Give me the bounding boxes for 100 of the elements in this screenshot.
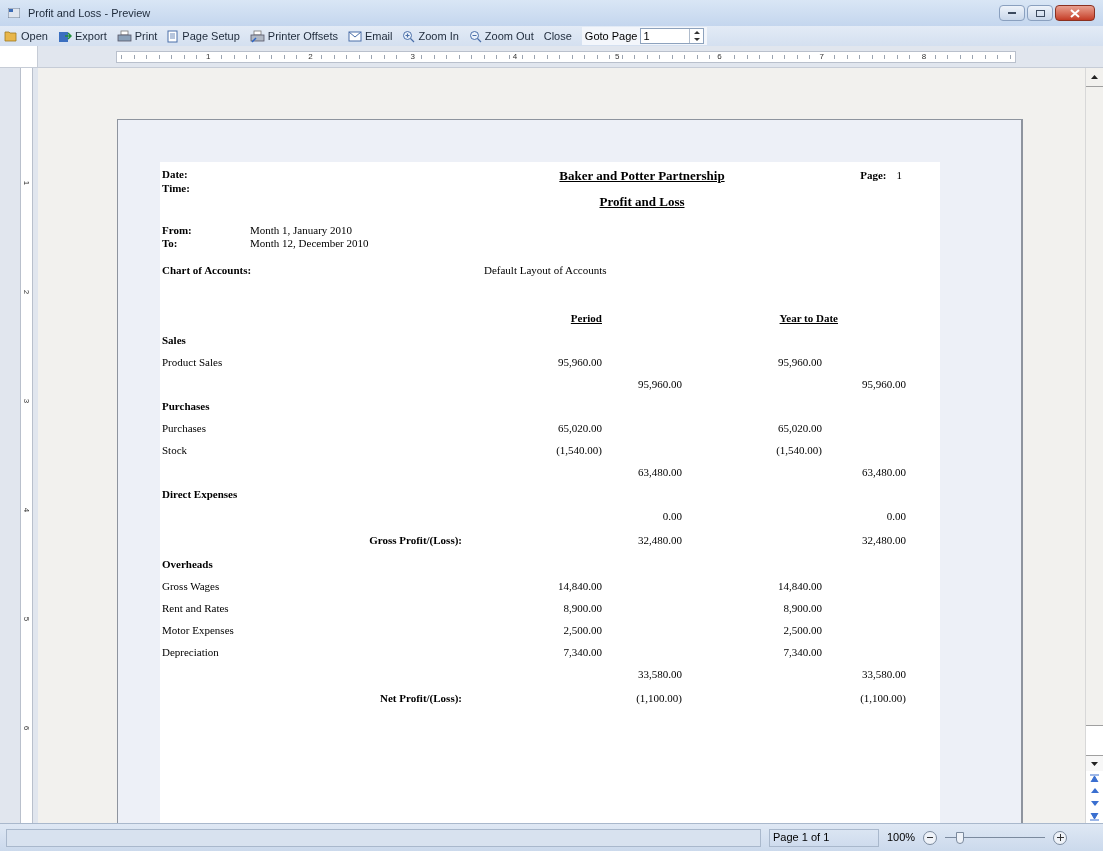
section-heading: Overheads (162, 557, 213, 573)
time-label: Time: (162, 181, 191, 195)
report-title: Profit and Loss (599, 192, 685, 211)
ytd-amount: (1,540.00) (775, 443, 822, 459)
ruler-number: 5 (22, 617, 31, 622)
ruler-number: 4 (511, 52, 519, 61)
down-arrow-icon (1091, 761, 1098, 766)
account-name: Depreciation (162, 645, 220, 661)
zoom-in-button[interactable] (1053, 830, 1068, 845)
ruler-number: 3 (409, 52, 416, 61)
printer-offsets-icon (249, 29, 265, 43)
from-value: Month 1, January 2010 (250, 224, 354, 237)
ytd-amount: 8,900.00 (782, 601, 822, 617)
ytd-subtotal: 63,480.00 (861, 465, 906, 481)
first-page-button[interactable] (1086, 771, 1103, 784)
period-total: 32,480.00 (637, 533, 682, 549)
page-spinner[interactable]: 1 (640, 28, 705, 44)
company-name: Baker and Potter Partnership (559, 167, 725, 185)
toolbar-button[interactable]: Zoom In (402, 27, 459, 45)
year-to-date-heading: Year to Date (779, 311, 838, 324)
page-input[interactable]: 1 (641, 27, 690, 45)
toolbar-button[interactable]: Zoom Out (468, 27, 534, 45)
account-name: Stock (162, 443, 189, 459)
ruler-number: 5 (613, 52, 621, 61)
ruler-number: 4 (22, 507, 31, 513)
last-page-icon (1090, 812, 1099, 821)
ytd-total: (1,100.00) (859, 691, 906, 707)
zoom-out-icon (468, 29, 482, 43)
period-subtotal: 63,480.00 (637, 465, 682, 481)
goto-page-label: Goto Page (584, 28, 638, 44)
account-name: Rent and Rates (162, 601, 230, 617)
app-icon (8, 8, 20, 18)
ytd-amount: 65,020.00 (777, 421, 822, 437)
ytd-subtotal: 33,580.00 (861, 667, 906, 683)
next-page-button[interactable] (1086, 797, 1103, 810)
account-name: Motor Expenses (162, 623, 235, 639)
close-icon (1070, 8, 1080, 18)
export-icon (57, 29, 72, 43)
period-amount: (1,540.00) (555, 443, 602, 459)
ytd-amount: 14,840.00 (777, 579, 822, 595)
toolbar-button[interactable]: Export (57, 27, 107, 45)
ruler-number: 2 (22, 289, 31, 294)
section-heading: Direct Expenses (162, 487, 238, 503)
ytd-amount: 95,960.00 (777, 355, 822, 371)
ruler-number: 1 (22, 180, 31, 185)
down-arrow-icon (693, 38, 700, 41)
down-triangle-icon (1090, 801, 1099, 806)
zoom-slider-thumb[interactable] (956, 831, 965, 844)
page-number: 1 (896, 168, 902, 183)
section-heading: Purchases (162, 399, 210, 415)
ruler-number: 2 (307, 52, 314, 61)
scroll-down-button[interactable] (1086, 755, 1103, 771)
toolbar-button[interactable]: Print (116, 27, 158, 45)
plus-icon (1056, 834, 1064, 841)
up-arrow-icon (693, 31, 700, 34)
close-button[interactable] (1055, 5, 1095, 21)
maximize-button[interactable] (1027, 5, 1053, 21)
period-heading: Period (570, 311, 602, 324)
scroll-thumb[interactable] (1086, 86, 1103, 726)
total-label: Gross Profit/(Loss): (368, 533, 462, 549)
zoom-out-button[interactable] (923, 830, 938, 845)
toolbar-button[interactable]: Close (543, 27, 572, 45)
account-name: Purchases (162, 421, 207, 437)
up-arrow-icon (1091, 75, 1098, 79)
period-amount: 65,020.00 (557, 421, 602, 437)
toolbar-button[interactable]: Email (347, 27, 393, 45)
ytd-amount: 7,340.00 (782, 645, 822, 661)
period-amount: 95,960.00 (557, 355, 602, 371)
previous-page-button[interactable] (1086, 784, 1103, 797)
to-value: Month 12, December 2010 (250, 237, 370, 250)
window-title: Profit and Loss - Preview (28, 5, 151, 21)
period-amount: 14,840.00 (557, 579, 602, 595)
zoom-in-icon (402, 29, 416, 43)
minimize-button[interactable] (999, 5, 1025, 21)
envelope-icon (347, 30, 362, 42)
section-heading: Sales (162, 333, 186, 349)
ruler-number: 6 (22, 726, 31, 731)
period-amount: 2,500.00 (562, 623, 602, 639)
folder-icon (4, 30, 18, 42)
printer-icon (116, 29, 132, 43)
toolbar-button[interactable]: Page Setup (167, 27, 240, 45)
date-label: Date: (162, 167, 189, 181)
ruler-number: 6 (716, 52, 723, 61)
total-label: Net Profit/(Loss): (379, 691, 462, 707)
page-label: Page: (860, 168, 887, 183)
period-subtotal: 33,580.00 (637, 667, 682, 683)
zoom-slider[interactable] (945, 830, 1046, 845)
first-page-icon (1090, 773, 1099, 782)
period-amount: 8,900.00 (562, 601, 602, 617)
page-count: Page 1 of 1 (769, 828, 879, 847)
last-page-button[interactable] (1086, 810, 1103, 823)
ruler-number: 8 (920, 52, 928, 61)
toolbar-button[interactable]: Printer Offsets (249, 27, 338, 45)
page-icon (167, 29, 180, 43)
toolbar-button[interactable]: Open (4, 27, 48, 45)
period-total: (1,100.00) (635, 691, 682, 707)
ytd-total: 32,480.00 (861, 533, 906, 549)
account-name: Gross Wages (162, 579, 221, 595)
zoom-percentage: 100% (887, 830, 916, 846)
ytd-subtotal: 95,960.00 (861, 377, 906, 393)
